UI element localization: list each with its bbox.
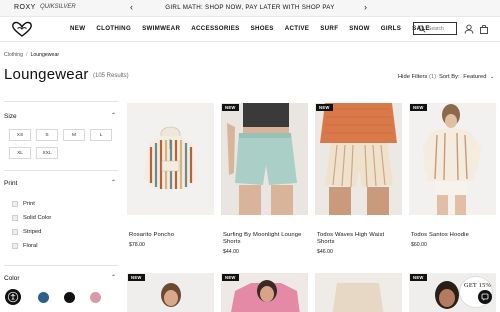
filter-size-title[interactable]: Size bbox=[4, 113, 17, 120]
product-image[interactable]: NEW bbox=[409, 103, 496, 215]
divider bbox=[4, 170, 118, 171]
breadcrumb-clothing[interactable]: Clothing bbox=[4, 52, 23, 58]
model-image bbox=[231, 280, 300, 312]
shorts-image bbox=[221, 103, 308, 215]
hide-filters-button[interactable]: Hide Filters (1) bbox=[398, 74, 436, 80]
product-price: $46.00 bbox=[317, 249, 333, 255]
new-badge: NEW bbox=[222, 104, 239, 111]
product-image[interactable] bbox=[127, 103, 214, 215]
size-option-xxl[interactable]: XXL bbox=[36, 147, 58, 159]
sort-label: Sort By: bbox=[439, 74, 460, 80]
print-option[interactable]: Striped bbox=[12, 229, 41, 235]
product-name[interactable]: Surfing By Moonlight Lounge Shorts bbox=[223, 232, 303, 246]
color-swatch-black[interactable] bbox=[64, 292, 75, 303]
print-option-label: Floral bbox=[23, 243, 38, 249]
chevron-down-icon: ⌄ bbox=[490, 74, 495, 80]
print-option[interactable]: Print bbox=[12, 201, 35, 207]
divider bbox=[4, 265, 118, 266]
bag-icon[interactable] bbox=[479, 24, 489, 34]
print-option[interactable]: Solid Color bbox=[12, 215, 51, 221]
breadcrumb-separator: / bbox=[26, 52, 28, 58]
nav-swimwear[interactable]: SWIMWEAR bbox=[142, 25, 180, 32]
product-price: $78.00 bbox=[129, 242, 145, 248]
search-icon bbox=[418, 25, 426, 33]
size-option-s[interactable]: S bbox=[36, 129, 58, 141]
filter-color-title[interactable]: Color bbox=[4, 275, 20, 282]
nav-active[interactable]: ACTIVE bbox=[285, 25, 310, 32]
product-image[interactable]: NEW bbox=[221, 273, 308, 312]
chat-icon bbox=[481, 293, 489, 301]
search-input[interactable] bbox=[428, 24, 456, 33]
print-option[interactable]: Floral bbox=[12, 243, 38, 249]
site-header: NEW CLOTHING SWIMWEAR ACCESSORIES SHOES … bbox=[0, 17, 500, 42]
breadcrumb: Clothing / Loungewear bbox=[4, 52, 59, 58]
product-image[interactable]: NEW bbox=[315, 103, 402, 215]
page-title: Loungewear bbox=[4, 66, 89, 83]
chat-button[interactable] bbox=[478, 290, 492, 304]
shorts-image bbox=[315, 103, 402, 215]
nav-accessories[interactable]: ACCESSORIES bbox=[191, 25, 239, 32]
breadcrumb-current: Loungewear bbox=[30, 52, 60, 58]
nav-snow[interactable]: SNOW bbox=[349, 25, 369, 32]
chevron-up-icon[interactable]: ⌃ bbox=[111, 112, 116, 119]
nav-surf[interactable]: SURF bbox=[320, 25, 338, 32]
color-swatch-blue[interactable] bbox=[38, 292, 49, 303]
divider bbox=[4, 101, 118, 102]
checkbox[interactable] bbox=[12, 229, 18, 235]
accessibility-icon[interactable] bbox=[5, 289, 21, 305]
size-option-xl[interactable]: XL bbox=[9, 147, 31, 159]
product-name[interactable]: Todos Waves High Waist Shorts bbox=[317, 232, 397, 246]
chevron-up-icon[interactable]: ⌃ bbox=[111, 179, 116, 186]
product-price: $60.00 bbox=[411, 242, 427, 248]
size-option-xs[interactable]: XS bbox=[9, 129, 31, 141]
color-swatch-pink[interactable] bbox=[90, 292, 101, 303]
model-image bbox=[332, 283, 384, 312]
hoodie-image bbox=[409, 103, 496, 215]
print-option-label: Striped bbox=[23, 229, 42, 235]
print-option-label: Print bbox=[23, 201, 35, 207]
hide-filters-label: Hide Filters bbox=[398, 74, 428, 80]
checkbox[interactable] bbox=[12, 215, 18, 221]
size-option-l[interactable]: L bbox=[90, 129, 112, 141]
product-price: $44.00 bbox=[223, 249, 239, 255]
chevron-right-icon[interactable]: › bbox=[364, 2, 367, 12]
product-name[interactable]: Todos Santos Hoodie bbox=[411, 232, 495, 239]
main-nav: NEW CLOTHING SWIMWEAR ACCESSORIES SHOES … bbox=[70, 25, 441, 32]
product-image[interactable]: NEW bbox=[127, 273, 214, 312]
new-badge: NEW bbox=[410, 104, 427, 111]
filter-count: (1) bbox=[428, 74, 437, 80]
chevron-up-icon[interactable]: ⌃ bbox=[111, 274, 116, 281]
promo-bar: ROXY QUIKSILVER ‹ GIRL MATH: SHOP NOW, P… bbox=[0, 0, 500, 17]
sort-value: Featured bbox=[463, 74, 487, 80]
roxy-heart-logo[interactable] bbox=[10, 20, 34, 38]
print-option-label: Solid Color bbox=[23, 215, 52, 221]
model-image bbox=[161, 283, 181, 307]
filter-print-title[interactable]: Print bbox=[4, 180, 17, 187]
checkbox[interactable] bbox=[12, 243, 18, 249]
product-name[interactable]: Rosarito Poncho bbox=[129, 232, 215, 239]
search-box[interactable] bbox=[413, 22, 457, 35]
discount-popup-label: GET 15% bbox=[464, 282, 492, 289]
checkbox[interactable] bbox=[12, 201, 18, 207]
sort-dropdown[interactable]: Sort By: Featured ⌄ bbox=[439, 74, 494, 80]
user-icon[interactable] bbox=[464, 24, 474, 34]
poncho-image bbox=[127, 103, 214, 215]
nav-shoes[interactable]: SHOES bbox=[251, 25, 274, 32]
nav-girls[interactable]: GIRLS bbox=[381, 25, 401, 32]
new-badge: NEW bbox=[316, 104, 333, 111]
nav-clothing[interactable]: CLOTHING bbox=[96, 25, 131, 32]
promo-message[interactable]: GIRL MATH: SHOP NOW, PAY LATER WITH SHOP… bbox=[0, 4, 500, 11]
size-option-m[interactable]: M bbox=[63, 129, 85, 141]
product-image[interactable] bbox=[315, 273, 402, 312]
nav-new[interactable]: NEW bbox=[70, 25, 85, 32]
result-count: (105 Results) bbox=[93, 73, 129, 79]
product-image[interactable]: NEW bbox=[221, 103, 308, 215]
